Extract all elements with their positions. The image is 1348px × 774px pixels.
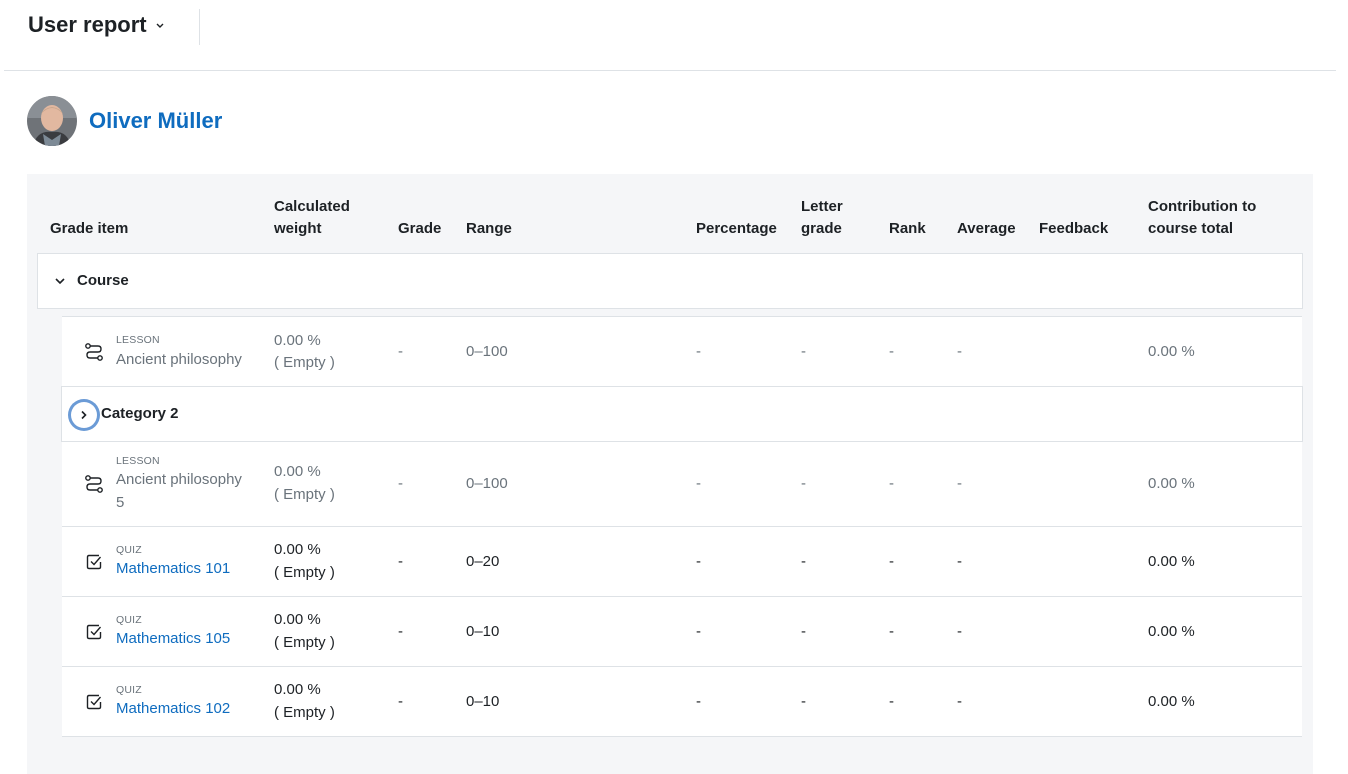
col-contribution-line2: course total [1148, 220, 1234, 237]
grade-value: - [398, 693, 403, 710]
col-percentage: Percentage [696, 220, 777, 237]
weight-value: 0.00 % [274, 541, 321, 558]
average-value: - [957, 623, 962, 640]
grade-value: - [398, 343, 403, 360]
chevron-down-icon [155, 20, 165, 30]
category-label: Category 2 [101, 405, 179, 422]
quiz-checkbox-icon [86, 554, 102, 575]
letter-value: - [801, 553, 806, 570]
rank-value: - [889, 623, 894, 640]
col-range: Range [466, 220, 512, 237]
contribution-value: 0.00 % [1148, 343, 1195, 360]
page-header: User report [0, 0, 1348, 71]
col-contribution: Contribution to course total [1148, 196, 1256, 240]
grade-value: - [398, 623, 403, 640]
item-type-label: QUIZ [116, 684, 142, 696]
grade-item-name: Ancient philosophy [116, 351, 242, 368]
grade-item-name-line1: Ancient philosophy [116, 471, 242, 488]
range-value: 0–100 [466, 343, 508, 360]
col-calculated-weight: Calculated weight [274, 196, 350, 240]
col-contribution-line1: Contribution to [1148, 198, 1257, 215]
range-value: 0–100 [466, 475, 508, 492]
col-grade: Grade [398, 220, 442, 237]
col-weight-line1: Calculated [274, 198, 350, 215]
grade-item-link[interactable]: Mathematics 101 [116, 557, 256, 580]
quiz-checkbox-icon [86, 624, 102, 645]
avatar[interactable] [27, 96, 77, 146]
weight-value: 0.00 % [274, 332, 321, 349]
grade-value: - [398, 475, 403, 492]
weight-note: ( Empty ) [274, 486, 335, 503]
weight-value: 0.00 % [274, 611, 321, 628]
col-letter-grade: Letter grade [801, 196, 843, 240]
header-rule [4, 70, 1336, 71]
contribution-value: 0.00 % [1148, 553, 1195, 570]
percentage-value: - [696, 343, 701, 360]
contribution-value: 0.00 % [1148, 623, 1195, 640]
course-label: Course [77, 272, 129, 289]
col-rank: Rank [889, 220, 926, 237]
letter-value: - [801, 343, 806, 360]
item-type-label: QUIZ [116, 544, 142, 556]
chevron-right-icon[interactable] [71, 402, 97, 428]
weight-value: 0.00 % [274, 681, 321, 698]
table-row: QUIZ Mathematics 102 0.00 % ( Empty ) - … [62, 667, 1302, 737]
weight-note: ( Empty ) [274, 704, 335, 721]
average-value: - [957, 553, 962, 570]
grade-item-name-line2: 5 [116, 494, 125, 511]
quiz-checkbox-icon [86, 694, 102, 715]
col-letter-line1: Letter [801, 198, 843, 215]
col-weight-line2: weight [274, 220, 322, 237]
item-type-label: LESSON [116, 455, 160, 467]
weight-value: 0.00 % [274, 463, 321, 480]
contribution-value: 0.00 % [1148, 475, 1195, 492]
page-title: User report [28, 12, 147, 37]
percentage-value: - [696, 623, 701, 640]
range-value: 0–20 [466, 553, 500, 570]
table-row: QUIZ Mathematics 105 0.00 % ( Empty ) - … [62, 597, 1302, 667]
weight-note: ( Empty ) [274, 354, 335, 371]
table-row: QUIZ Mathematics 101 0.00 % ( Empty ) - … [62, 527, 1302, 597]
weight-note: ( Empty ) [274, 634, 335, 651]
chevron-down-icon[interactable] [52, 273, 68, 289]
grade-item-link[interactable]: Mathematics 105 [116, 627, 256, 650]
letter-value: - [801, 475, 806, 492]
letter-value: - [801, 693, 806, 710]
range-value: 0–10 [466, 693, 500, 710]
rank-value: - [889, 343, 894, 360]
col-grade-item: Grade item [50, 220, 129, 237]
col-letter-line2: grade [801, 220, 842, 237]
grade-value: - [398, 553, 403, 570]
average-value: - [957, 475, 962, 492]
contribution-value: 0.00 % [1148, 693, 1195, 710]
rank-value: - [889, 693, 894, 710]
item-type-label: LESSON [116, 334, 160, 346]
col-average: Average [957, 220, 1016, 237]
percentage-value: - [696, 693, 701, 710]
rank-value: - [889, 553, 894, 570]
item-type-label: QUIZ [116, 614, 142, 626]
course-category-row: Course [37, 253, 1303, 309]
average-value: - [957, 343, 962, 360]
percentage-value: - [696, 553, 701, 570]
report-selector[interactable]: User report [28, 12, 165, 38]
range-value: 0–10 [466, 623, 500, 640]
header-divider [199, 9, 200, 45]
average-value: - [957, 693, 962, 710]
category-row: Category 2 [61, 386, 1303, 442]
rank-value: - [889, 475, 894, 492]
user-info: Oliver Müller [27, 96, 222, 146]
weight-note: ( Empty ) [274, 564, 335, 581]
lesson-path-icon [84, 342, 104, 367]
percentage-value: - [696, 475, 701, 492]
grade-item-link[interactable]: Mathematics 102 [116, 697, 256, 720]
col-feedback: Feedback [1039, 220, 1109, 237]
grade-item-name: Ancient philosophy 5 [116, 468, 256, 514]
letter-value: - [801, 623, 806, 640]
user-name-link[interactable]: Oliver Müller [89, 108, 222, 134]
table-row: LESSON Ancient philosophy 0.00 % ( Empty… [62, 316, 1302, 388]
lesson-path-icon [84, 474, 104, 499]
table-row: LESSON Ancient philosophy 5 0.00 % ( Emp… [62, 442, 1302, 527]
